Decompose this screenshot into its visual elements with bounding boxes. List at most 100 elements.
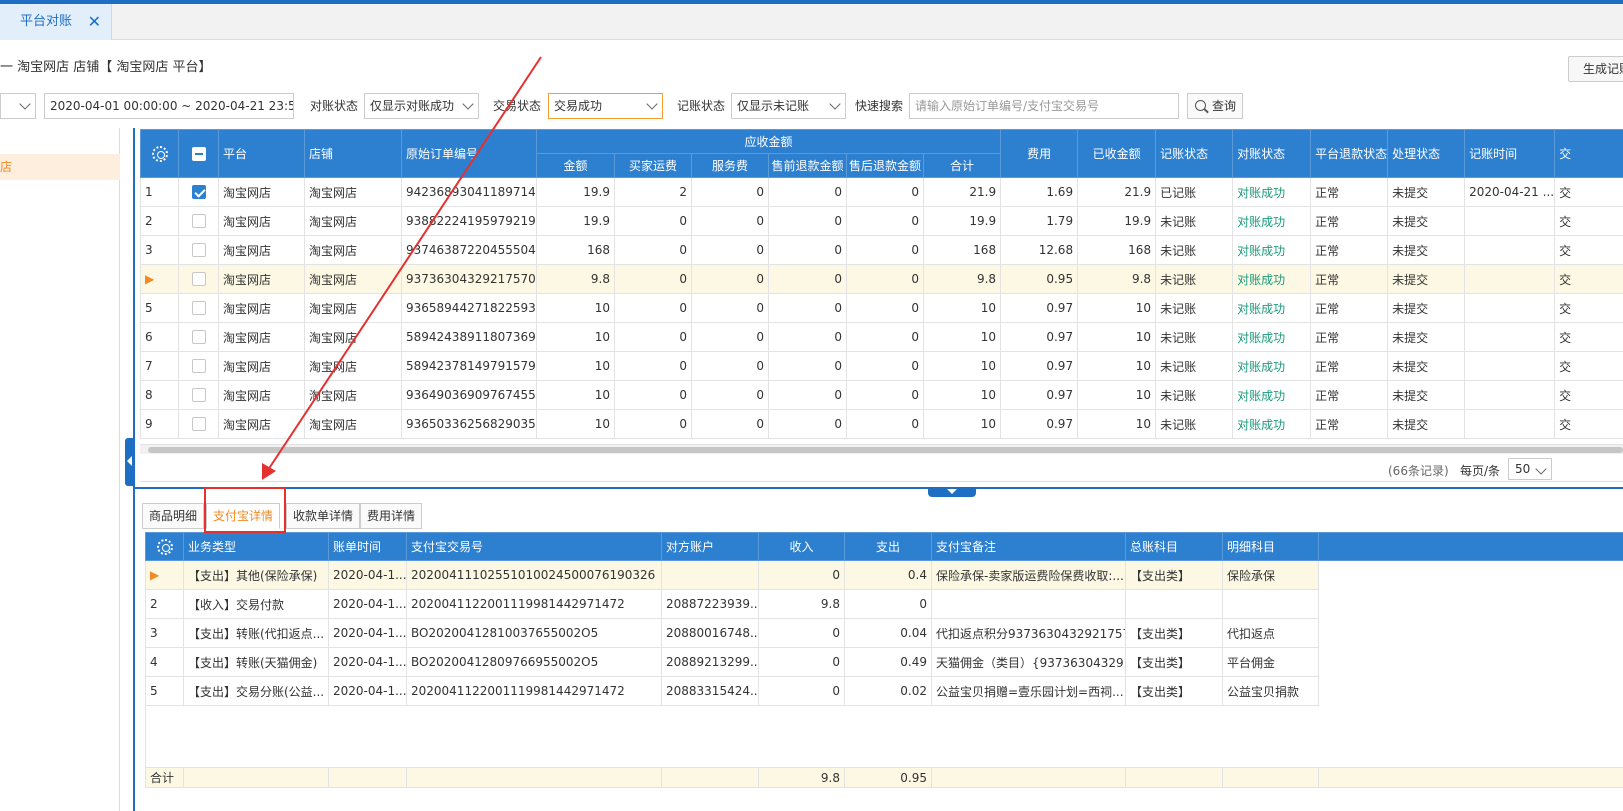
search-icon xyxy=(1195,100,1206,111)
horizontal-splitter[interactable] xyxy=(135,487,1623,489)
row-select-checkbox[interactable] xyxy=(191,214,206,229)
row-number: 3 xyxy=(145,618,184,648)
row-select-checkbox[interactable] xyxy=(191,243,206,258)
table-row[interactable]: 7 淘宝网店 淘宝网店 589423781497915795 10 0 0 0 0 10 0.97 1… xyxy=(140,351,1623,381)
col-refund-status[interactable]: 平台退款状态 xyxy=(1310,129,1389,178)
cell-trade: 交 xyxy=(1554,206,1623,236)
cell-refund-status: 正常 xyxy=(1310,351,1389,381)
col-expense[interactable]: 支出 xyxy=(844,532,932,561)
gear-icon[interactable] xyxy=(151,145,168,162)
cell-gl-account xyxy=(1125,589,1223,619)
book-status-select[interactable]: 仅显示未记账 xyxy=(731,93,846,119)
cell-book-time xyxy=(1464,380,1556,410)
col-freight[interactable]: 买家运费 xyxy=(614,153,692,178)
col-post-refund[interactable]: 售后退款金额 xyxy=(846,153,924,178)
table-row[interactable]: ▶ 【支出】其他(保险承保) 2020-04-1... 202004111025510… xyxy=(145,560,1623,590)
select-all-checkbox[interactable] xyxy=(191,146,206,161)
row-select-checkbox[interactable] xyxy=(191,330,206,345)
cell-process-status: 未提交 xyxy=(1387,380,1466,410)
cell-filler xyxy=(1318,676,1623,706)
col-total[interactable]: 合计 xyxy=(922,153,1002,178)
cell-freight: 0 xyxy=(614,264,692,294)
detail-settings-header[interactable] xyxy=(145,532,184,561)
cell-alipay-trade-no: 2020041122001119981442971472 xyxy=(406,676,662,706)
per-page-select[interactable]: 50 xyxy=(1508,458,1552,480)
col-book-status[interactable]: 记账状态 xyxy=(1155,129,1234,178)
table-row[interactable]: ▶ 淘宝网店 淘宝网店 937363043292175708 9.8 0 0 0 0 9.8 0.9… xyxy=(140,264,1623,294)
col-alipay-memo[interactable]: 支付宝备注 xyxy=(931,532,1126,561)
col-order-no[interactable]: 原始订单编号 xyxy=(401,129,537,178)
horizontal-scrollbar[interactable] xyxy=(140,444,1623,454)
cell-shop: 淘宝网店 xyxy=(304,177,402,207)
cell-trade: 交 xyxy=(1554,380,1623,410)
row-select-checkbox[interactable] xyxy=(191,301,206,316)
col-fee[interactable]: 费用 xyxy=(1000,129,1079,178)
tab-receipt-details[interactable]: 收款单详情 xyxy=(286,503,361,529)
tab-label: 平台对账 xyxy=(20,14,73,29)
tab-product-details[interactable]: 商品明细 xyxy=(142,503,205,529)
row-checkbox xyxy=(178,322,219,352)
generate-bookkeeping-button[interactable]: 生成记账 xyxy=(1568,56,1623,82)
cell-bill-time: 2020-04-1... xyxy=(328,676,407,706)
cell-received: 10 xyxy=(1077,409,1157,439)
quick-search-input[interactable]: 请输入原始订单编号/支付宝交易号 xyxy=(909,93,1179,119)
row-select-checkbox[interactable] xyxy=(191,388,206,403)
col-shop[interactable]: 店铺 xyxy=(304,129,402,178)
table-row[interactable]: 5 【支出】交易分账(公益... 2020-04-1... 2020041122001… xyxy=(145,676,1623,706)
cell-received: 168 xyxy=(1077,235,1157,265)
col-recon-status[interactable]: 对账状态 xyxy=(1232,129,1312,178)
record-count: (66条记录) xyxy=(1388,464,1449,478)
grid-settings-header[interactable] xyxy=(140,129,179,178)
collapse-left-panel-icon[interactable] xyxy=(125,438,135,486)
table-row[interactable]: 2 淘宝网店 淘宝网店 938822241959792193 19.9 0 0 0 0 19.9 1… xyxy=(140,206,1623,236)
col-platform[interactable]: 平台 xyxy=(218,129,305,178)
row-select-checkbox[interactable] xyxy=(191,359,206,374)
table-row[interactable]: 1 淘宝网店 淘宝网店 942368930411897147 19.9 2 0 0 0 21.9 1… xyxy=(140,177,1623,207)
col-service-fee[interactable]: 服务费 xyxy=(691,153,769,178)
scrollbar-thumb[interactable] xyxy=(148,447,1623,453)
tab-platform-reconciliation[interactable]: 平台对账 ✕ xyxy=(0,4,112,40)
date-range-input[interactable]: 2020-04-01 00:00:00 ~ 2020-04-21 23:59:5… xyxy=(44,93,294,119)
col-trade[interactable]: 交 xyxy=(1554,129,1623,178)
col-sub-account[interactable]: 明细科目 xyxy=(1222,532,1319,561)
cell-amount: 9.8 xyxy=(536,264,615,294)
cell-filler xyxy=(1318,618,1623,648)
recon-status-select[interactable]: 仅显示对账成功 xyxy=(364,93,479,119)
row-select-checkbox[interactable] xyxy=(191,417,206,432)
collapse-bottom-panel-icon[interactable] xyxy=(928,487,976,497)
date-type-select[interactable] xyxy=(0,93,36,119)
table-row[interactable]: 3 淘宝网店 淘宝网店 937463872204555047 168 0 0 0 0 168 12.… xyxy=(140,235,1623,265)
col-income[interactable]: 收入 xyxy=(758,532,845,561)
col-gl-account[interactable]: 总账科目 xyxy=(1125,532,1223,561)
table-row[interactable]: 2 【收入】交易付款 2020-04-1... 2020041122001119981… xyxy=(145,589,1623,619)
cell-sub-account: 公益宝贝捐款 xyxy=(1222,676,1319,706)
col-received[interactable]: 已收金额 xyxy=(1077,129,1157,178)
col-bill-time[interactable]: 账单时间 xyxy=(328,532,407,561)
trade-status-select[interactable]: 交易成功 xyxy=(548,93,663,119)
select-all-header[interactable] xyxy=(178,129,219,178)
tab-fee-details[interactable]: 费用详情 xyxy=(360,503,423,529)
row-select-checkbox[interactable] xyxy=(191,272,206,287)
col-biz-type[interactable]: 业务类型 xyxy=(183,532,329,561)
cell-platform: 淘宝网店 xyxy=(218,235,305,265)
table-row[interactable]: 9 淘宝网店 淘宝网店 936503362568290355 10 0 0 0 0 10 0.97 1… xyxy=(140,409,1623,439)
table-row[interactable]: 3 【支出】转账(代扣返点... 2020-04-1... BO20200412810… xyxy=(145,618,1623,648)
row-select-checkbox[interactable] xyxy=(191,185,206,200)
table-row[interactable]: 8 淘宝网店 淘宝网店 936490369097674558 10 0 0 0 0 10 0.97 1… xyxy=(140,380,1623,410)
col-amount[interactable]: 金额 xyxy=(536,153,615,178)
col-alipay-trade-no[interactable]: 支付宝交易号 xyxy=(406,532,662,561)
shop-tree-selected-item[interactable]: 店 xyxy=(0,154,120,180)
col-process-status[interactable]: 处理状态 xyxy=(1387,129,1466,178)
cell-recon-status: 对账成功 xyxy=(1232,322,1312,352)
col-book-time[interactable]: 记账时间 xyxy=(1464,129,1556,178)
table-row[interactable]: 6 淘宝网店 淘宝网店 589424389118073699 10 0 0 0 0 10 0.97 1… xyxy=(140,322,1623,352)
gear-icon[interactable] xyxy=(156,538,173,555)
table-row[interactable]: 5 淘宝网店 淘宝网店 936589442718225930 10 0 0 0 0 10 0.97 1… xyxy=(140,293,1623,323)
col-pre-refund[interactable]: 售前退款金额 xyxy=(768,153,847,178)
query-button[interactable]: 查询 xyxy=(1187,93,1243,119)
table-row[interactable]: 4 【支出】转账(天猫佣金) 2020-04-1... BO2020041280976… xyxy=(145,647,1623,677)
summary-expense: 0.95 xyxy=(844,767,932,788)
cell-alipay-memo: 代扣返点积分9373630432921757... xyxy=(931,618,1126,648)
col-counter-account[interactable]: 对方账户 xyxy=(661,532,759,561)
close-icon[interactable]: ✕ xyxy=(88,4,101,40)
